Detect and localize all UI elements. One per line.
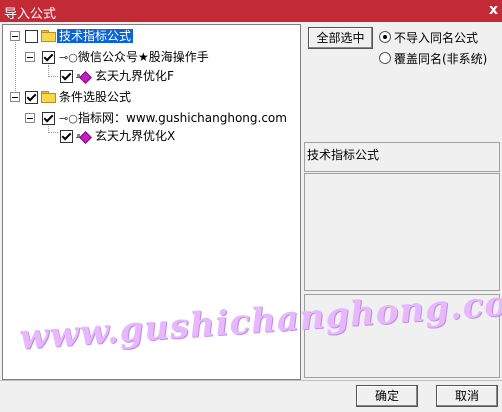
tree-node-label[interactable]: 微信公众号★股海操作手 [78, 50, 209, 64]
cancel-button[interactable]: 取消 [436, 385, 498, 407]
folder-icon [41, 91, 56, 103]
select-all-button[interactable]: 全部选中 [308, 27, 373, 49]
key-icon: ⊸○ [59, 51, 78, 64]
close-icon[interactable]: x [489, 2, 498, 18]
title-bar: 导入公式 x [0, 0, 502, 22]
collapse-icon[interactable] [25, 52, 35, 62]
footer-divider [0, 380, 502, 381]
radio-button[interactable] [379, 52, 391, 64]
collapse-icon[interactable] [10, 92, 20, 102]
folder-icon [41, 30, 56, 42]
tree-node-label[interactable]: 玄天九界优化F [95, 69, 174, 83]
key-icon: ⊸○ [59, 112, 78, 125]
formula-icon [76, 131, 92, 144]
tree-connector [15, 37, 16, 97]
formula-icon [76, 71, 92, 84]
radio-label: 覆盖同名(非系统) [394, 52, 488, 66]
tree-connector [48, 76, 58, 77]
collapse-icon[interactable] [10, 31, 20, 41]
tree-connector [48, 132, 58, 133]
checkbox-stock-selection[interactable] [25, 91, 38, 104]
checkbox-wechat[interactable] [42, 51, 55, 64]
window-title: 导入公式 [4, 7, 57, 22]
info-panel-title: 技术指标公式 [307, 148, 380, 162]
tree-node-label[interactable]: 技术指标公式 [57, 29, 134, 43]
radio-label: 不导入同名公式 [394, 31, 479, 45]
tree-node-label[interactable]: 条件选股公式 [59, 90, 131, 104]
radio-button[interactable] [379, 31, 391, 43]
description-panel [304, 173, 500, 291]
tree-node-label[interactable]: 玄天九界优化X [95, 129, 175, 143]
checkbox-indicator-site[interactable] [42, 112, 55, 125]
ok-button[interactable]: 确定 [356, 385, 418, 407]
checkbox-xuantian-f[interactable] [60, 70, 73, 83]
checkbox-tech-indicators[interactable] [25, 30, 38, 43]
info-header-panel: 技术指标公式 [304, 142, 500, 172]
details-panel [304, 294, 500, 378]
checkbox-xuantian-x[interactable] [60, 130, 73, 143]
tree-node-label[interactable]: 指标网：www.gushichanghong.com [78, 111, 287, 125]
collapse-icon[interactable] [25, 113, 35, 123]
formula-tree[interactable]: 技术指标公式 ⊸○ 微信公众号★股海操作手 玄天九界优化F 条件选股公式 ⊸○ … [2, 24, 301, 380]
